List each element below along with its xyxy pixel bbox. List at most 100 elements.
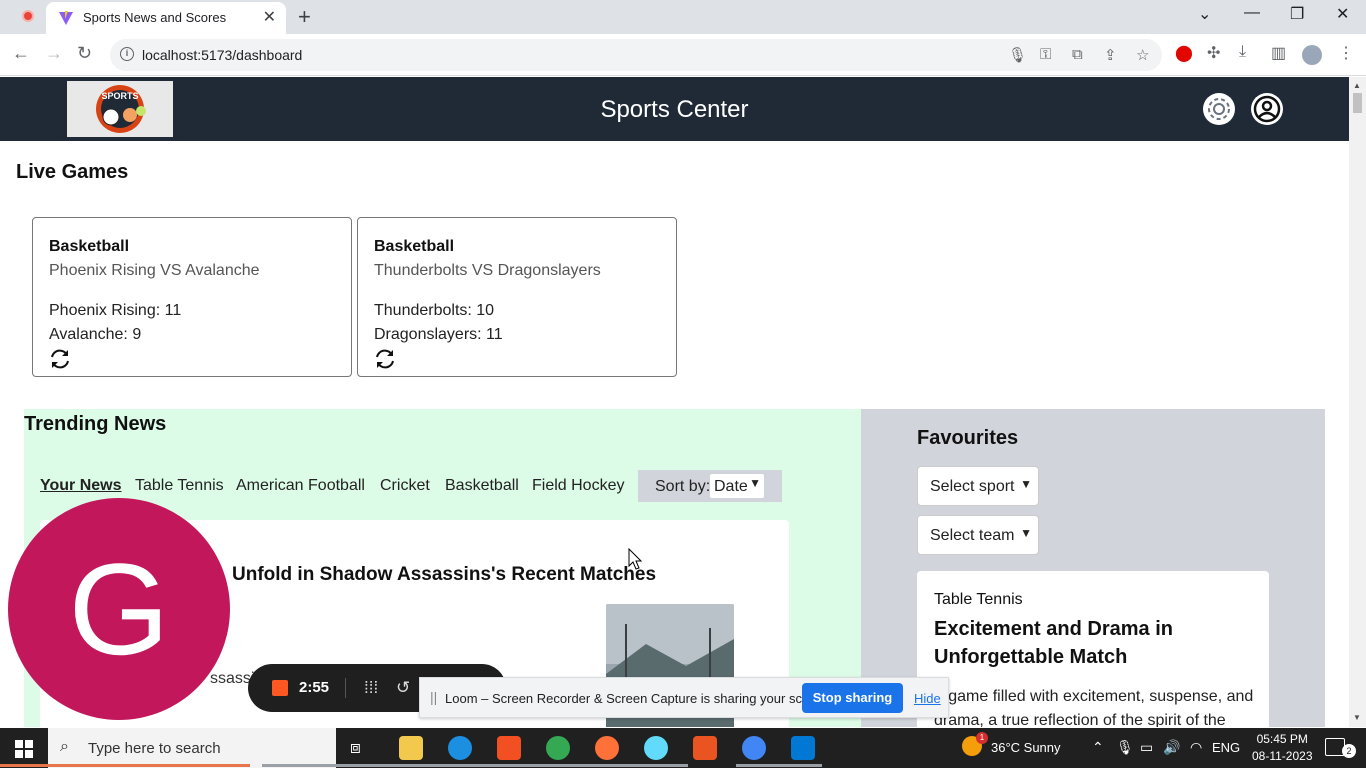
side-panel-icon[interactable]: ▥ bbox=[1271, 43, 1286, 63]
game-match: Phoenix Rising VS Avalanche bbox=[49, 262, 260, 279]
tab-search-chevron-icon[interactable]: ⌄ bbox=[1198, 4, 1211, 24]
tab-american-football[interactable]: American Football bbox=[236, 477, 365, 495]
tab-table-tennis[interactable]: Table Tennis bbox=[135, 477, 224, 495]
tab-close-icon[interactable]: ✕ bbox=[263, 7, 276, 27]
volume-icon[interactable]: 🔊 bbox=[1163, 739, 1180, 756]
microphone-icon[interactable]: 🎙 bbox=[1008, 46, 1027, 64]
tab-field-hockey[interactable]: Field Hockey bbox=[532, 477, 624, 495]
language-indicator[interactable]: ENG bbox=[1212, 740, 1240, 755]
grid-icon[interactable]: ⁞⁞⁞ bbox=[364, 678, 378, 698]
search-placeholder: Type here to search bbox=[88, 740, 221, 757]
site-info-icon[interactable]: i bbox=[120, 47, 134, 61]
wifi-icon[interactable]: ◠ bbox=[1190, 739, 1202, 756]
recording-timer: 2:55 bbox=[299, 679, 330, 696]
tab-your-news[interactable]: Your News bbox=[40, 477, 122, 495]
vite-favicon-icon bbox=[59, 11, 73, 25]
react-devtools-icon[interactable] bbox=[644, 736, 668, 760]
browser-tab-active[interactable]: Sports News and Scores ✕ bbox=[46, 2, 286, 34]
task-view-icon[interactable]: ⧈ bbox=[350, 738, 361, 758]
back-icon[interactable]: ← bbox=[12, 43, 30, 64]
sports-logo[interactable]: SPORTS bbox=[67, 81, 173, 137]
opera-extension-icon[interactable]: ⬤ bbox=[1175, 43, 1193, 63]
close-window-icon[interactable]: ✕ bbox=[1336, 4, 1349, 24]
edge-browser-icon[interactable] bbox=[448, 736, 472, 760]
game-score-home: Thunderbolts: 10 bbox=[374, 302, 495, 319]
restart-icon[interactable]: ↺ bbox=[396, 678, 410, 698]
sports-logo-image: SPORTS bbox=[96, 85, 146, 133]
logo-text: SPORTS bbox=[101, 91, 138, 101]
live-game-card[interactable]: Basketball Thunderbolts VS Dragonslayers… bbox=[357, 217, 677, 377]
ubuntu-icon[interactable] bbox=[693, 736, 717, 760]
vscode-icon[interactable] bbox=[791, 736, 815, 760]
clock-date: 08-11-2023 bbox=[1252, 749, 1313, 763]
new-tab-button[interactable]: + bbox=[298, 4, 311, 30]
browser-toolbar: ← → ↻ i localhost:5173/dashboard 🎙 ⚿ ⧉ ⇪… bbox=[0, 34, 1366, 76]
browser-menu-icon[interactable]: ⋮ bbox=[1338, 43, 1354, 63]
notification-count: 2 bbox=[1342, 744, 1356, 758]
game-sport: Basketball bbox=[374, 238, 455, 255]
taskbar-search-box[interactable]: ⌕ Type here to search bbox=[48, 728, 336, 768]
clock-time: 05:45 PM bbox=[1256, 732, 1308, 746]
fav-card-sport: Table Tennis bbox=[934, 591, 1023, 608]
scroll-up-icon[interactable]: ▲ bbox=[1353, 81, 1361, 90]
news-headline[interactable]: Unfold in Shadow Assassins's Recent Matc… bbox=[232, 564, 656, 586]
download-icon[interactable]: ⤓ bbox=[1239, 43, 1246, 61]
game-sport: Basketball bbox=[49, 238, 130, 255]
live-games-title: Live Games bbox=[16, 161, 129, 183]
file-explorer-icon[interactable] bbox=[399, 736, 423, 760]
minimize-icon[interactable]: — bbox=[1244, 4, 1260, 22]
share-icon[interactable]: ⇪ bbox=[1104, 46, 1117, 64]
reload-icon[interactable]: ↻ bbox=[77, 43, 92, 64]
loom-camera-avatar[interactable]: G bbox=[8, 498, 230, 720]
select-sport-dropdown[interactable]: Select sport ▼ bbox=[917, 466, 1039, 506]
forward-icon[interactable]: → bbox=[45, 43, 63, 64]
show-hidden-icons-icon[interactable]: ⌃ bbox=[1092, 739, 1104, 756]
sort-label: Sort by: bbox=[655, 478, 711, 495]
tab-basketball[interactable]: Basketball bbox=[445, 477, 519, 495]
chrome-icon[interactable] bbox=[546, 736, 570, 760]
browser-tab-bar: Sports News and Scores ✕ + ⌄ — ❐ ✕ bbox=[0, 0, 1366, 34]
weather-badge: 1 bbox=[976, 732, 988, 744]
favourite-news-card[interactable]: Table Tennis Excitement and Drama in Unf… bbox=[917, 571, 1269, 727]
url-text[interactable]: localhost:5173/dashboard bbox=[142, 47, 302, 63]
system-clock[interactable]: 05:45 PM 08-11-2023 bbox=[1252, 731, 1313, 765]
stop-sharing-button[interactable]: Stop sharing bbox=[802, 683, 903, 713]
chrome-active-icon[interactable] bbox=[742, 736, 766, 760]
sort-select[interactable]: Date ▼ bbox=[710, 474, 764, 498]
chevron-down-icon: ▼ bbox=[749, 476, 761, 490]
microsoft-store-icon[interactable] bbox=[497, 736, 521, 760]
hide-link[interactable]: Hide bbox=[914, 691, 941, 706]
tab-cricket[interactable]: Cricket bbox=[380, 477, 430, 495]
refresh-icon[interactable] bbox=[49, 348, 71, 370]
tray-microphone-icon[interactable]: 🎙 bbox=[1116, 739, 1134, 756]
profile-button[interactable] bbox=[1251, 93, 1283, 125]
profile-avatar-icon[interactable] bbox=[1302, 45, 1322, 65]
app-title: Sports Center bbox=[600, 96, 749, 123]
address-bar[interactable]: i localhost:5173/dashboard 🎙 ⚿ ⧉ ⇪ ☆ bbox=[110, 39, 1162, 71]
scroll-down-icon[interactable]: ▼ bbox=[1353, 713, 1361, 722]
favourites-title: Favourites bbox=[917, 427, 1019, 449]
page-scrollbar[interactable]: ▲ ▼ bbox=[1349, 77, 1366, 727]
open-in-app-icon[interactable]: ⧉ bbox=[1072, 46, 1083, 63]
key-icon[interactable]: ⚿ bbox=[1040, 46, 1051, 63]
restore-icon[interactable]: ❐ bbox=[1290, 4, 1304, 24]
extensions-puzzle-icon[interactable]: ✣ bbox=[1207, 43, 1220, 63]
gear-icon bbox=[1208, 98, 1230, 120]
mouse-cursor-icon bbox=[628, 548, 642, 570]
stop-recording-button[interactable] bbox=[272, 680, 288, 696]
select-team-value: Select team bbox=[930, 527, 1015, 544]
scroll-thumb[interactable] bbox=[1353, 93, 1362, 113]
windows-start-icon[interactable] bbox=[15, 740, 33, 758]
firefox-icon[interactable] bbox=[595, 736, 619, 760]
live-game-card[interactable]: Basketball Phoenix Rising VS Avalanche P… bbox=[32, 217, 352, 377]
select-team-dropdown[interactable]: Select team ▼ bbox=[917, 515, 1039, 555]
fav-card-headline[interactable]: Excitement and Drama in Unforgettable Ma… bbox=[934, 615, 1254, 671]
tab-title: Sports News and Scores bbox=[83, 10, 227, 25]
loom-divider bbox=[345, 678, 346, 698]
weather-text[interactable]: 36°C Sunny bbox=[991, 740, 1061, 755]
battery-icon[interactable]: ▭ bbox=[1140, 739, 1153, 756]
refresh-icon[interactable] bbox=[374, 348, 396, 370]
settings-button[interactable] bbox=[1203, 93, 1235, 125]
drag-handle-icon[interactable]: || bbox=[430, 689, 437, 705]
bookmark-star-icon[interactable]: ☆ bbox=[1136, 46, 1149, 64]
